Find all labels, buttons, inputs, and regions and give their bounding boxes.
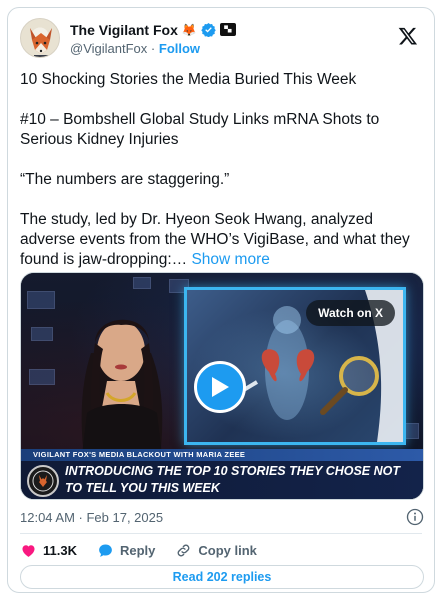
copy-link-button[interactable]: Copy link bbox=[175, 542, 257, 559]
author-names: The Vigilant Fox 🦊 ▀▄ @VigilantFox · Fol… bbox=[70, 20, 236, 59]
show-more-link[interactable]: Show more bbox=[191, 251, 269, 268]
post-line-2: #10 – Bombshell Global Study Links mRNA … bbox=[20, 111, 380, 148]
affiliate-badge-icon: ▀▄ bbox=[219, 23, 236, 36]
show-seal-icon bbox=[27, 465, 59, 497]
divider bbox=[20, 533, 422, 534]
separator: · bbox=[150, 41, 156, 56]
avatar[interactable] bbox=[20, 18, 60, 58]
read-replies-button[interactable]: Read 202 replies bbox=[20, 565, 424, 589]
tweet-card: The Vigilant Fox 🦊 ▀▄ @VigilantFox · Fol… bbox=[7, 7, 435, 593]
tweet-text: 10 Shocking Stories the Media Buried Thi… bbox=[20, 70, 424, 270]
watch-on-x-button[interactable]: Watch on X bbox=[306, 300, 395, 326]
lower-third-banner: VIGILANT FOX'S MEDIA BLACKOUT WITH MARIA… bbox=[21, 449, 423, 461]
link-icon bbox=[177, 544, 190, 556]
video-media[interactable]: Watch on X VIGILANT FOX'S MEDIA BLACKOUT… bbox=[20, 272, 424, 500]
heart-icon bbox=[22, 544, 35, 557]
lower-third: VIGILANT FOX'S MEDIA BLACKOUT WITH MARIA… bbox=[21, 449, 423, 499]
post-line-3: “The numbers are staggering.” bbox=[20, 171, 230, 188]
post-line-4: The study, led by Dr. Hyeon Seok Hwang, … bbox=[20, 210, 424, 270]
video-headline: INTRODUCING THE TOP 10 STORIES THEY CHOS… bbox=[65, 464, 401, 495]
action-bar: 11.3K Reply Copy link bbox=[20, 540, 277, 560]
handle[interactable]: @VigilantFox bbox=[70, 41, 147, 56]
post-line-1: 10 Shocking Stories the Media Buried Thi… bbox=[20, 71, 357, 88]
display-name[interactable]: The Vigilant Fox bbox=[70, 22, 178, 38]
reply-bubble-icon bbox=[99, 543, 112, 557]
tweet-header: The Vigilant Fox 🦊 ▀▄ @VigilantFox · Fol… bbox=[20, 18, 422, 64]
verified-icon bbox=[201, 22, 216, 37]
fox-emoji-icon: 🦊 bbox=[181, 22, 197, 37]
play-icon bbox=[212, 377, 229, 397]
timestamp[interactable]: 12:04 AM · Feb 17, 2025 bbox=[20, 510, 163, 525]
fox-avatar-icon bbox=[30, 28, 52, 57]
follow-button[interactable]: Follow bbox=[159, 41, 200, 56]
copy-link-label: Copy link bbox=[198, 542, 257, 558]
host-image bbox=[81, 319, 163, 463]
x-logo-icon[interactable] bbox=[398, 26, 418, 46]
reply-label: Reply bbox=[119, 542, 156, 558]
like-button[interactable]: 11.3K bbox=[20, 542, 77, 559]
like-count: 11.3K bbox=[43, 542, 77, 558]
reply-button[interactable]: Reply bbox=[97, 542, 155, 559]
play-button[interactable] bbox=[194, 361, 246, 413]
meta-row: 12:04 AM · Feb 17, 2025 bbox=[20, 508, 424, 528]
info-icon[interactable] bbox=[406, 508, 424, 526]
